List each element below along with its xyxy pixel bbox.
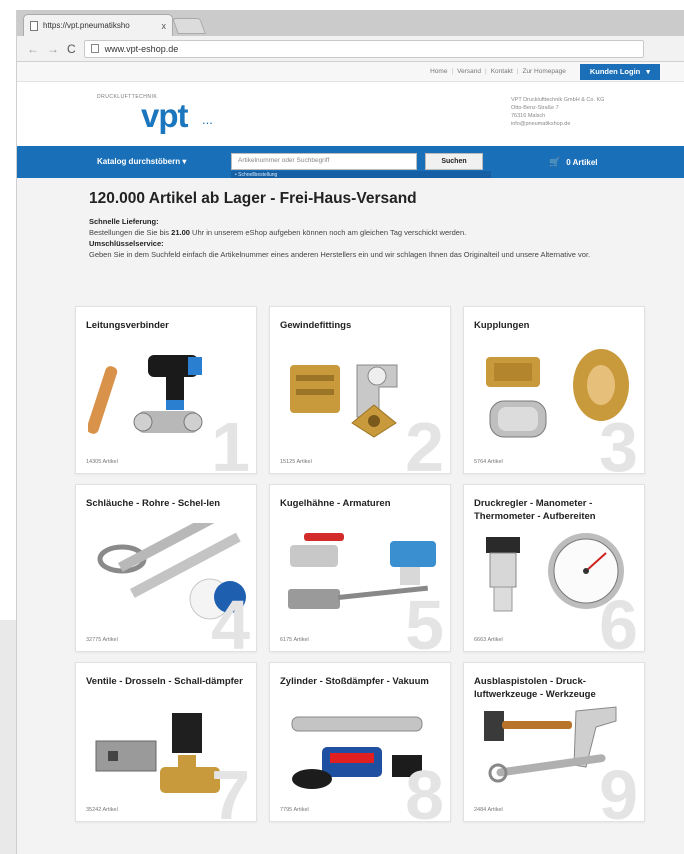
url-bar[interactable]: www.vpt-eshop.de <box>83 39 644 58</box>
category-count: 15125 Artikel <box>280 459 312 465</box>
crossref-text: Geben Sie in dem Suchfeld einfach die Ar… <box>89 250 591 259</box>
browser-window: https://vpt.pneumatiksho x ← → C www.vpt… <box>16 10 684 854</box>
category-card-ausblaspistolen[interactable]: Ausblaspistolen - Druck-luftwerkzeuge - … <box>463 662 645 822</box>
category-card-kupplungen[interactable]: Kupplungen 3 5764 Artikel <box>463 306 645 474</box>
company-line: info@pneumatikshop.de <box>511 121 571 127</box>
main-navbar: Katalog durchstöbern ▾ Artikelnummer ode… <box>17 146 684 181</box>
category-count: 35242 Artikel <box>86 807 118 813</box>
main-content: 120.000 Artikel ab Lager - Frei-Haus-Ver… <box>17 178 684 822</box>
page-info-icon[interactable] <box>90 44 99 53</box>
delivery-text-pre: Bestellungen die Sie bis <box>89 228 170 237</box>
category-count: 6175 Artikel <box>280 637 309 643</box>
screenshot-stage: https://vpt.pneumatiksho x ← → C www.vpt… <box>0 0 684 854</box>
link-versand[interactable]: Versand <box>457 68 481 75</box>
category-number: 9 <box>599 756 638 822</box>
category-title: Schläuche - Rohre - Schel-len <box>86 498 221 509</box>
category-number: 5 <box>405 586 444 652</box>
delivery-time: 21.00 <box>171 228 190 237</box>
reload-icon[interactable]: C <box>67 42 76 56</box>
company-line: VPT Drucklufttechnik GmbH & Co. KG <box>511 97 605 103</box>
cart-count: 0 Artikel <box>566 158 598 167</box>
category-number: 1 <box>211 408 250 474</box>
category-card-zylinder[interactable]: Zylinder - Stoßdämpfer - Vakuum 8 7795 A… <box>269 662 451 822</box>
tab-strip: https://vpt.pneumatiksho x <box>17 10 684 36</box>
category-card-schlaeuche[interactable]: Schläuche - Rohre - Schel-len 4 32775 Ar… <box>75 484 257 652</box>
company-address: VPT Drucklufttechnik GmbH & Co. KG Otto-… <box>511 96 604 128</box>
category-title: Leitungsverbinder <box>86 320 169 331</box>
category-number: 4 <box>211 586 250 652</box>
category-count: 7795 Artikel <box>280 807 309 813</box>
company-line: 76316 Malsch <box>511 113 546 119</box>
login-label: Kunden Login <box>589 67 641 76</box>
browser-tab[interactable]: https://vpt.pneumatiksho x <box>23 14 173 36</box>
separator: | <box>451 68 454 75</box>
category-count: 14305 Artikel <box>86 459 118 465</box>
cart-icon: 🛒 <box>549 157 561 167</box>
new-tab-button[interactable] <box>172 18 206 34</box>
category-title: Zylinder - Stoßdämpfer - Vakuum <box>280 676 429 687</box>
separator: | <box>516 68 519 75</box>
category-count: 32775 Artikel <box>86 637 118 643</box>
category-number: 8 <box>405 756 444 822</box>
category-title: Druckregler - Manometer - Thermometer - … <box>474 498 596 522</box>
category-card-ventile[interactable]: Ventile - Drosseln - Schall-dämpfer 7 35… <box>75 662 257 822</box>
site-header: DRUCKLUFTTECHNIK vpt ... VPT Druckluftte… <box>17 82 684 146</box>
link-home[interactable]: Home <box>430 68 447 75</box>
tab-title: https://vpt.pneumatiksho <box>43 21 130 30</box>
search-button[interactable]: Suchen <box>425 153 483 170</box>
catalog-label: Katalog durchstöbern <box>97 157 181 166</box>
category-title: Ausblaspistolen - Druck-luftwerkzeuge - … <box>474 676 596 700</box>
top-links-bar: Home | Versand | Kontakt | Zur Homepage … <box>17 62 684 82</box>
close-tab-icon[interactable]: x <box>162 21 167 31</box>
page-headline: 120.000 Artikel ab Lager - Frei-Haus-Ver… <box>89 190 417 207</box>
chevron-down-icon: ▾ <box>182 157 187 166</box>
catalog-dropdown[interactable]: Katalog durchstöbern ▾ <box>97 157 186 166</box>
category-card-kugelhaehne[interactable]: Kugelhähne - Armaturen 5 6175 Artikel <box>269 484 451 652</box>
customer-login-button[interactable]: Kunden Login ▾ <box>579 63 660 80</box>
separator: | <box>485 68 487 75</box>
category-number: 7 <box>211 756 250 822</box>
forward-arrow-icon[interactable]: → <box>47 42 59 56</box>
category-title: Gewindefittings <box>280 320 352 331</box>
category-title: Ventile - Drosseln - Schall-dämpfer <box>86 676 243 687</box>
search-input[interactable]: Artikelnummer oder Suchbegriff <box>231 153 417 170</box>
url-text: www.vpt-eshop.de <box>104 43 179 54</box>
address-row: ← → C www.vpt-eshop.de <box>17 36 684 62</box>
category-count: 2484 Artikel <box>474 807 503 813</box>
back-arrow-icon[interactable]: ← <box>27 42 39 56</box>
delivery-text-post: Uhr in unserem eShop aufgeben können noc… <box>192 228 467 237</box>
category-card-leitungsverbinder[interactable]: Leitungsverbinder 1 14305 Artikel <box>75 306 257 474</box>
intro-text: Schnelle Lieferung: Bestellungen die Sie… <box>89 216 649 260</box>
category-card-druckregler[interactable]: Druckregler - Manometer - Thermometer - … <box>463 484 645 652</box>
logo-dots: ... <box>202 112 213 127</box>
category-title: Kugelhähne - Armaturen <box>280 498 391 509</box>
chevron-down-icon: ▾ <box>646 67 650 76</box>
category-number: 3 <box>599 408 638 474</box>
category-number: 2 <box>405 408 444 474</box>
delivery-label: Schnelle Lieferung: <box>89 217 159 226</box>
page-icon <box>30 20 38 31</box>
link-homepage[interactable]: Zur Homepage <box>522 68 565 75</box>
crossref-label: Umschlüsselservice: <box>89 239 164 248</box>
category-title: Kupplungen <box>474 320 530 331</box>
category-count: 5764 Artikel <box>474 459 503 465</box>
company-line: Otto-Benz-Straße 7 <box>511 105 559 111</box>
category-count: 6663 Artikel <box>474 637 503 643</box>
link-kontakt[interactable]: Kontakt <box>491 68 513 75</box>
vpt-logo[interactable]: vpt <box>141 97 188 135</box>
cart-button[interactable]: 🛒 0 Artikel <box>549 157 598 168</box>
category-number: 6 <box>599 586 638 652</box>
category-card-gewindefittings[interactable]: Gewindefittings 2 15125 Artikel <box>269 306 451 474</box>
